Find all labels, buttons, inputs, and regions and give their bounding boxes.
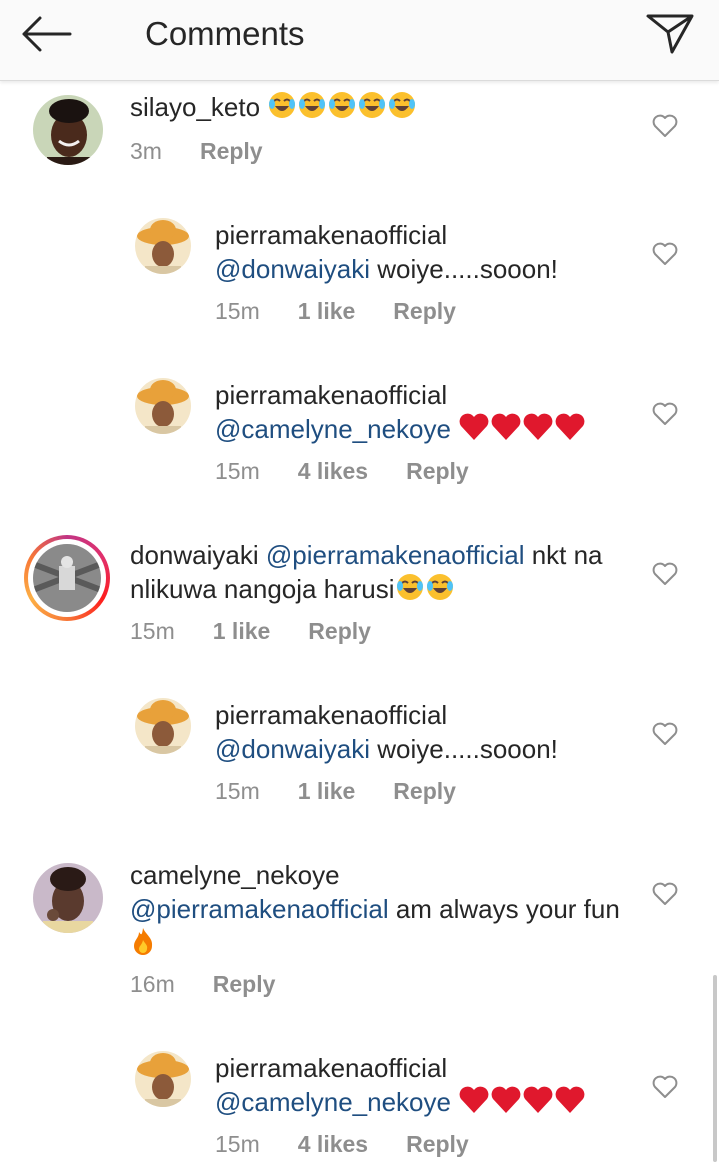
red-heart-emoji — [459, 1086, 489, 1113]
likes-count[interactable]: 1 like — [298, 296, 356, 326]
face-with-tears-of-joy-emoji — [389, 92, 416, 118]
red-heart-emoji — [523, 1086, 553, 1113]
heart-outline-icon[interactable] — [652, 882, 678, 906]
avatar[interactable] — [135, 698, 191, 754]
avatar[interactable] — [135, 378, 191, 434]
comment-mention[interactable]: @pierramakenaofficial — [130, 894, 389, 924]
comment-mention[interactable]: @donwaiyaki — [215, 734, 370, 764]
laugh-emoji-row — [267, 92, 417, 122]
comment-mention[interactable]: @camelyne_nekoye — [215, 414, 451, 444]
comment-username[interactable]: camelyne_nekoye — [130, 858, 620, 892]
red-heart-emoji — [523, 413, 553, 440]
likes-count[interactable]: 1 like — [213, 616, 271, 646]
face-with-tears-of-joy-emoji — [269, 92, 296, 118]
avatar[interactable] — [135, 218, 191, 274]
fire-emoji — [134, 928, 153, 955]
red-heart-emoji — [491, 413, 521, 440]
reply-button[interactable]: Reply — [200, 136, 263, 166]
comment-text: woiye.....sooon! — [370, 734, 558, 764]
comment-text: woiye.....sooon! — [370, 254, 558, 284]
face-with-tears-of-joy-emoji — [426, 574, 453, 600]
comment-timestamp: 3m — [130, 138, 162, 164]
face-with-tears-of-joy-emoji — [359, 92, 386, 118]
heart-outline-icon[interactable] — [652, 722, 678, 746]
reply-button[interactable]: Reply — [406, 1129, 469, 1159]
comment-timestamp: 15m — [215, 1131, 260, 1157]
top-bar: Comments — [0, 0, 719, 81]
reply-button[interactable]: Reply — [393, 776, 456, 806]
comment-timestamp: 15m — [215, 458, 260, 484]
back-arrow-icon[interactable] — [20, 14, 76, 54]
red-heart-emoji — [459, 413, 489, 440]
heart-emoji-row — [458, 1086, 586, 1117]
comment-mention[interactable]: @camelyne_nekoye — [215, 1087, 451, 1117]
likes-count[interactable]: 4 likes — [298, 456, 368, 486]
scrollbar[interactable] — [713, 975, 717, 1162]
likes-count[interactable]: 1 like — [298, 776, 356, 806]
avatar-story-ring[interactable] — [24, 535, 110, 621]
comment-mention[interactable]: @pierramakenaofficial — [266, 540, 525, 570]
comment-username[interactable]: pierramakenaofficial — [215, 218, 705, 252]
comment-mention[interactable]: @donwaiyaki — [215, 254, 370, 284]
heart-outline-icon[interactable] — [652, 1075, 678, 1099]
likes-count[interactable]: 4 likes — [298, 1129, 368, 1159]
comment-username[interactable]: silayo_keto — [130, 92, 260, 122]
face-with-tears-of-joy-emoji — [299, 92, 326, 118]
comment-timestamp: 15m — [130, 618, 175, 644]
reply-button[interactable]: Reply — [406, 456, 469, 486]
reply-button[interactable]: Reply — [213, 969, 276, 999]
heart-outline-icon[interactable] — [652, 402, 678, 426]
comment-username[interactable]: pierramakenaofficial — [215, 378, 705, 412]
heart-outline-icon[interactable] — [652, 114, 678, 138]
avatar — [33, 544, 101, 612]
heart-outline-icon[interactable] — [652, 562, 678, 586]
comment-username[interactable]: pierramakenaofficial — [215, 1051, 705, 1085]
comment-timestamp: 15m — [215, 778, 260, 804]
reply-button[interactable]: Reply — [393, 296, 456, 326]
reply-button[interactable]: Reply — [308, 616, 371, 646]
avatar[interactable] — [33, 95, 103, 165]
face-with-tears-of-joy-emoji — [329, 92, 356, 118]
page-title: Comments — [145, 15, 305, 52]
red-heart-emoji — [491, 1086, 521, 1113]
red-heart-emoji — [555, 1086, 585, 1113]
avatar[interactable] — [135, 1051, 191, 1107]
red-heart-emoji — [555, 413, 585, 440]
face-with-tears-of-joy-emoji — [396, 574, 423, 600]
heart-emoji-row — [458, 413, 586, 444]
comment-timestamp: 16m — [130, 971, 175, 997]
paper-plane-icon[interactable] — [644, 10, 696, 56]
comment-text: am always your fun — [388, 894, 620, 924]
heart-outline-icon[interactable] — [652, 242, 678, 266]
comment-username[interactable]: pierramakenaofficial — [215, 698, 705, 732]
comment-username[interactable]: donwaiyaki — [130, 540, 259, 570]
avatar[interactable] — [33, 863, 103, 933]
comment-timestamp: 15m — [215, 298, 260, 324]
